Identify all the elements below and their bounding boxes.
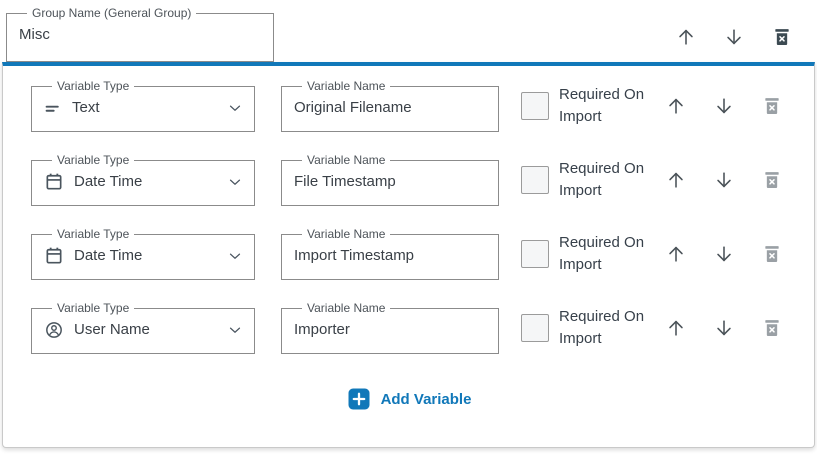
variable-name-label: Variable Name bbox=[302, 154, 390, 167]
text-lines-icon bbox=[44, 99, 62, 117]
required-on-import-checkbox[interactable] bbox=[521, 166, 549, 194]
group-name-input[interactable] bbox=[19, 26, 249, 43]
calendar-icon bbox=[44, 172, 64, 192]
arrow-down-icon bbox=[713, 95, 735, 117]
variable-group-card: Variable Type Text Variable Name Origina… bbox=[2, 62, 815, 448]
variable-name-value: Import Timestamp bbox=[294, 247, 414, 264]
chevron-down-icon bbox=[226, 99, 244, 117]
arrow-up-icon bbox=[665, 317, 687, 339]
add-variable-label: Add Variable bbox=[381, 391, 472, 408]
variable-type-value: User Name bbox=[74, 321, 216, 338]
arrow-down-icon bbox=[713, 317, 735, 339]
row-move-down-button[interactable] bbox=[713, 169, 735, 191]
trash-delete-icon bbox=[772, 27, 792, 47]
required-on-import-checkbox[interactable] bbox=[521, 314, 549, 342]
row-move-up-button[interactable] bbox=[665, 95, 687, 117]
variable-type-label: Variable Type bbox=[52, 228, 134, 241]
variable-name-field[interactable]: Variable Name Original Filename bbox=[281, 80, 499, 132]
row-move-up-button[interactable] bbox=[665, 169, 687, 191]
row-delete-button[interactable] bbox=[761, 243, 783, 265]
row-move-down-button[interactable] bbox=[713, 95, 735, 117]
group-delete-button[interactable] bbox=[771, 26, 793, 48]
trash-delete-icon bbox=[762, 318, 782, 338]
user-circle-icon bbox=[44, 320, 64, 340]
variable-name-label: Variable Name bbox=[302, 302, 390, 315]
required-on-import-label: Required On Import bbox=[559, 84, 651, 128]
variable-type-value: Date Time bbox=[74, 247, 216, 264]
arrow-down-icon bbox=[713, 169, 735, 191]
arrow-down-icon bbox=[723, 26, 745, 48]
required-on-import-label: Required On Import bbox=[559, 232, 651, 276]
row-move-down-button[interactable] bbox=[713, 317, 735, 339]
chevron-down-icon bbox=[226, 173, 244, 191]
variable-type-value: Date Time bbox=[74, 173, 216, 190]
trash-delete-icon bbox=[762, 170, 782, 190]
chevron-down-icon bbox=[226, 321, 244, 339]
required-on-import-checkbox[interactable] bbox=[521, 92, 549, 120]
row-actions bbox=[665, 169, 783, 191]
variable-name-label: Variable Name bbox=[302, 228, 390, 241]
row-delete-button[interactable] bbox=[761, 95, 783, 117]
variable-row: Variable Type Date Time Variable Name Im… bbox=[31, 227, 814, 280]
variable-row: Variable Type Text Variable Name Origina… bbox=[31, 79, 814, 132]
row-delete-button[interactable] bbox=[761, 317, 783, 339]
variable-name-field[interactable]: Variable Name Import Timestamp bbox=[281, 228, 499, 280]
variable-type-dropdown[interactable]: Variable Type Date Time bbox=[31, 228, 255, 280]
group-name-field[interactable]: Group Name (General Group) bbox=[6, 7, 274, 62]
arrow-up-icon bbox=[665, 95, 687, 117]
group-name-label: Group Name (General Group) bbox=[27, 7, 196, 20]
variable-name-label: Variable Name bbox=[302, 80, 390, 93]
arrow-up-icon bbox=[665, 243, 687, 265]
variable-type-label: Variable Type bbox=[52, 80, 134, 93]
row-move-down-button[interactable] bbox=[713, 243, 735, 265]
group-move-down-button[interactable] bbox=[723, 26, 745, 48]
trash-delete-icon bbox=[762, 96, 782, 116]
variable-name-field[interactable]: Variable Name File Timestamp bbox=[281, 154, 499, 206]
group-actions bbox=[675, 26, 793, 48]
plus-square-icon bbox=[348, 388, 370, 410]
trash-delete-icon bbox=[762, 244, 782, 264]
variable-type-label: Variable Type bbox=[52, 302, 134, 315]
variable-type-dropdown[interactable]: Variable Type Date Time bbox=[31, 154, 255, 206]
variable-name-value: Importer bbox=[294, 321, 350, 338]
required-on-import-checkbox[interactable] bbox=[521, 240, 549, 268]
row-actions bbox=[665, 243, 783, 265]
arrow-up-icon bbox=[675, 26, 697, 48]
variable-name-value: File Timestamp bbox=[294, 173, 396, 190]
row-move-up-button[interactable] bbox=[665, 243, 687, 265]
chevron-down-icon bbox=[226, 247, 244, 265]
variable-type-dropdown[interactable]: Variable Type User Name bbox=[31, 302, 255, 354]
row-actions bbox=[665, 317, 783, 339]
group-move-up-button[interactable] bbox=[675, 26, 697, 48]
required-on-import-label: Required On Import bbox=[559, 306, 651, 350]
add-variable-button[interactable]: Add Variable bbox=[3, 388, 816, 410]
variable-row: Variable Type User Name Variable Name Im… bbox=[31, 301, 814, 354]
variable-name-field[interactable]: Variable Name Importer bbox=[281, 302, 499, 354]
row-delete-button[interactable] bbox=[761, 169, 783, 191]
arrow-down-icon bbox=[713, 243, 735, 265]
variable-type-dropdown[interactable]: Variable Type Text bbox=[31, 80, 255, 132]
arrow-up-icon bbox=[665, 169, 687, 191]
variable-name-value: Original Filename bbox=[294, 99, 412, 116]
calendar-icon bbox=[44, 246, 64, 266]
variable-row: Variable Type Date Time Variable Name Fi… bbox=[31, 153, 814, 206]
row-move-up-button[interactable] bbox=[665, 317, 687, 339]
required-on-import-label: Required On Import bbox=[559, 158, 651, 202]
variable-type-label: Variable Type bbox=[52, 154, 134, 167]
row-actions bbox=[665, 95, 783, 117]
variable-type-value: Text bbox=[72, 99, 216, 116]
